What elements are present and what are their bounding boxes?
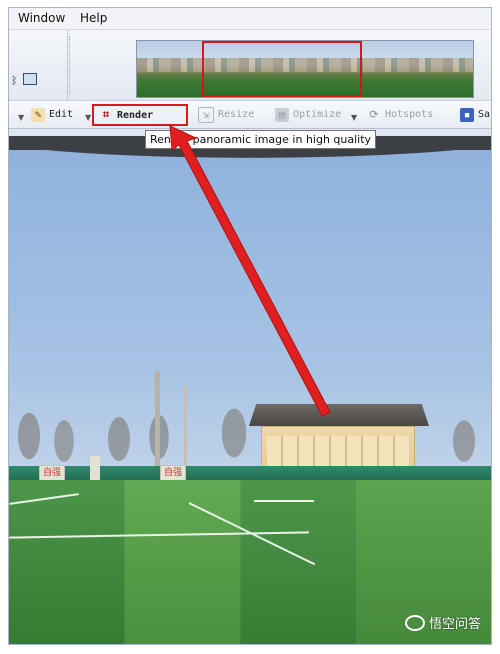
edit-pencil-icon: ✎: [31, 107, 45, 122]
field-gate: [90, 456, 100, 482]
field-line: [254, 500, 314, 502]
thumbnail-viewport-frame[interactable]: [202, 41, 362, 97]
wukong-logo-icon: [404, 614, 425, 631]
background-trees: [9, 391, 491, 471]
hotspots-icon: ⟳: [369, 107, 379, 121]
menu-help[interactable]: Help: [80, 11, 107, 25]
chevron-down-icon[interactable]: ▼: [18, 113, 24, 122]
render-button[interactable]: ⌗ Render: [92, 104, 188, 126]
main-toolbar: ▼ ✎ Edit ▼ ⌗ Render ⇲ Resize ▤ Optimize …: [9, 101, 491, 129]
optimize-icon: ▤: [275, 107, 289, 122]
tool-icon[interactable]: ᛒ: [11, 74, 18, 87]
resize-button[interactable]: ⇲ Resize: [198, 105, 254, 124]
app-window: Window Help ᛒ ▼ ✎ Edit ▼ ⌗ Render ⇲ Resi…: [8, 7, 492, 645]
field-fence: [9, 466, 491, 480]
edit-button[interactable]: ✎ Edit: [31, 105, 73, 124]
chevron-down-icon[interactable]: ▼: [351, 113, 357, 122]
image-icon[interactable]: [23, 73, 37, 85]
render-tooltip: Render panoramic image in high quality: [145, 130, 377, 149]
grandstand-roof: [249, 404, 429, 426]
menu-bar: Window Help: [9, 8, 491, 30]
watermark: 悟空问答: [404, 613, 481, 632]
panorama-thumbnail[interactable]: [136, 40, 474, 98]
watermark-text: 悟空问答: [428, 617, 481, 632]
optimize-label: Optimize: [293, 109, 342, 120]
save-disk-icon: ▪: [460, 107, 474, 122]
upper-toolbar: ᛒ: [9, 30, 491, 101]
resize-icon: ⇲: [198, 106, 214, 123]
edit-label: Edit: [49, 109, 74, 120]
render-crop-icon: ⌗: [102, 108, 110, 121]
chevron-down-icon[interactable]: ▼: [85, 113, 91, 122]
save-button[interactable]: ▪ Sa: [460, 105, 490, 124]
menu-window[interactable]: Window: [18, 11, 65, 25]
resize-label: Resize: [218, 109, 255, 120]
optimize-button[interactable]: ▤ Optimize: [275, 105, 341, 124]
hotspots-label: Hotspots: [385, 109, 434, 120]
toolbar-grip[interactable]: [69, 36, 73, 94]
panorama-view[interactable]: 自强 自强 悟空问答: [9, 136, 491, 644]
left-tool-panel: ᛒ: [9, 30, 68, 100]
render-label: Render: [117, 109, 154, 121]
save-label: Sa: [478, 109, 491, 120]
hotspots-button[interactable]: ⟳ Hotspots: [367, 105, 433, 124]
